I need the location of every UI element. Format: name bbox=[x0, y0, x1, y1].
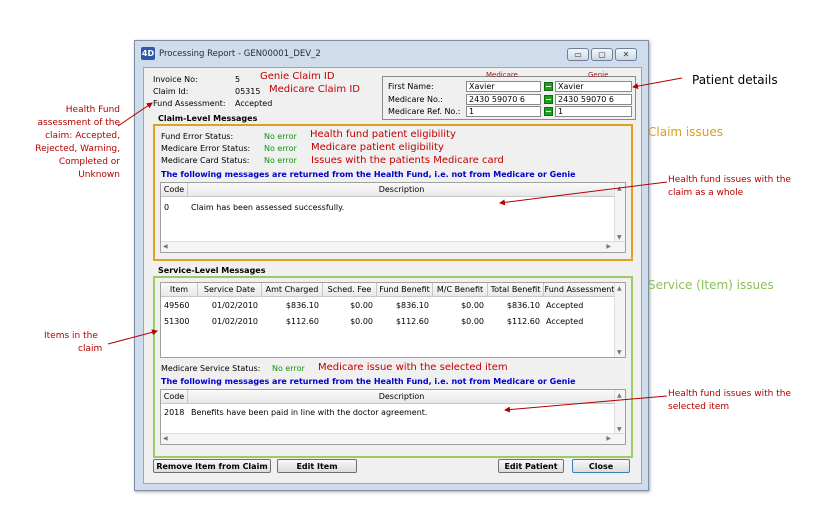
arrow-hf-claim bbox=[499, 181, 668, 206]
arrow-patient-details bbox=[632, 77, 683, 90]
annotation-arrows bbox=[107, 77, 683, 413]
arrow-hf-item bbox=[504, 395, 668, 413]
arrow-assessment bbox=[117, 102, 153, 127]
arrow-items bbox=[107, 329, 158, 345]
